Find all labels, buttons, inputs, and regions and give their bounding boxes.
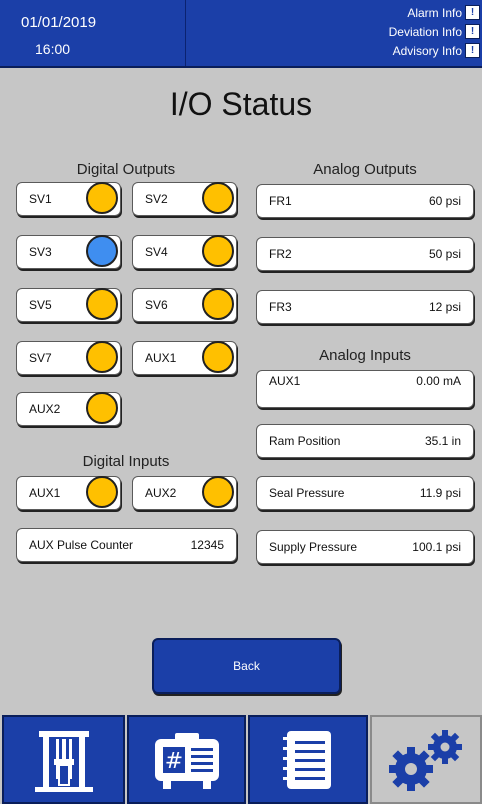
status-indicator-led	[86, 182, 118, 214]
tab-pump-view[interactable]	[2, 715, 125, 804]
digital-output-sv3: SV3	[16, 235, 121, 269]
deviation-info-link[interactable]: Deviation Info !	[389, 23, 480, 40]
alarm-info-link[interactable]: Alarm Info !	[407, 4, 480, 21]
digital-output-label: SV4	[145, 245, 168, 259]
digital-output-label: SV5	[29, 298, 52, 312]
digital-output-label: SV1	[29, 192, 52, 206]
digital-output-label: SV3	[29, 245, 52, 259]
analog-input-label: Supply Pressure	[269, 540, 358, 554]
svg-text:#: #	[164, 749, 182, 774]
status-indicator-led	[202, 288, 234, 320]
status-indicator-led	[202, 341, 234, 373]
digital-input-label: AUX1	[29, 486, 61, 500]
status-indicator-led	[202, 476, 234, 508]
advisory-bell-icon: !	[465, 43, 480, 58]
pulse-counter-label: AUX Pulse Counter	[29, 538, 134, 552]
tab-controller-view[interactable]: #	[127, 715, 246, 804]
bottom-navigation: #	[0, 715, 482, 804]
digital-input-label: AUX2	[145, 486, 177, 500]
digital-output-label: SV7	[29, 351, 52, 365]
analog-output-fr3: FR3 12 psi	[256, 290, 474, 324]
status-indicator-led	[86, 476, 118, 508]
analog-output-label: FR2	[269, 247, 292, 261]
analog-outputs-title: Analog Outputs	[313, 161, 417, 178]
analog-inputs-title: Analog Inputs	[319, 347, 411, 364]
analog-output-fr2: FR2 50 psi	[256, 237, 474, 271]
status-indicator-led	[86, 288, 118, 320]
log-icon	[283, 730, 331, 789]
digital-output-label: AUX2	[29, 402, 61, 416]
status-indicator-led	[202, 182, 234, 214]
alarm-info-label: Alarm Info	[407, 5, 462, 20]
analog-output-value: 12 psi	[428, 300, 461, 314]
analog-input-supply-pressure: Supply Pressure 100.1 psi	[256, 530, 474, 564]
analog-input-label: Ram Position	[269, 434, 341, 448]
status-header: 01/01/2019 16:00 Alarm Info ! Deviation …	[0, 0, 482, 68]
analog-output-label: FR1	[269, 194, 292, 208]
digital-output-label: SV6	[145, 298, 168, 312]
digital-input-aux2: AUX2	[132, 476, 237, 510]
tab-log-view[interactable]	[248, 715, 368, 804]
digital-output-label: AUX1	[145, 351, 177, 365]
status-indicator-led	[202, 235, 234, 267]
digital-inputs-title: Digital Inputs	[82, 453, 170, 470]
pulse-counter-value: 12345	[190, 538, 224, 552]
analog-output-value: 50 psi	[428, 247, 461, 261]
analog-input-value: 35.1 in	[424, 434, 461, 448]
digital-output-aux2: AUX2	[16, 392, 121, 426]
tab-settings[interactable]	[370, 715, 482, 804]
digital-input-aux1: AUX1	[16, 476, 121, 510]
analog-output-fr1: FR1 60 psi	[256, 184, 474, 218]
settings-gears-icon	[389, 729, 462, 791]
analog-input-aux1: AUX1 0.00 mA	[256, 370, 474, 408]
analog-output-label: FR3	[269, 300, 292, 314]
status-indicator-led	[86, 235, 118, 267]
page-title: I/O Status	[169, 86, 313, 122]
advisory-info-link[interactable]: Advisory Info !	[393, 42, 480, 59]
advisory-info-label: Advisory Info	[392, 43, 462, 58]
digital-output-sv1: SV1	[16, 182, 121, 216]
analog-output-value: 60 psi	[428, 194, 461, 208]
time-display: 16:00	[35, 41, 71, 57]
controller-icon: #	[154, 732, 219, 789]
analog-input-label: AUX1	[269, 374, 301, 388]
aux-pulse-counter: AUX Pulse Counter 12345	[16, 528, 237, 562]
digital-outputs-title: Digital Outputs	[76, 161, 176, 178]
digital-output-sv6: SV6	[132, 288, 237, 322]
digital-output-aux1: AUX1	[132, 341, 237, 375]
digital-output-sv7: SV7	[16, 341, 121, 375]
analog-input-ram-position: Ram Position 35.1 in	[256, 424, 474, 458]
digital-output-sv5: SV5	[16, 288, 121, 322]
digital-output-label: SV2	[145, 192, 168, 206]
digital-output-sv4: SV4	[132, 235, 237, 269]
date-display: 01/01/2019	[21, 14, 97, 31]
back-button[interactable]: Back	[152, 638, 341, 694]
analog-input-value: 11.9 psi	[419, 486, 461, 500]
status-indicator-led	[86, 392, 118, 424]
datetime-panel: 01/01/2019 16:00	[0, 0, 186, 66]
deviation-info-label: Deviation Info	[388, 24, 462, 39]
analog-input-value: 100.1 psi	[412, 540, 461, 554]
pump-icon	[34, 730, 93, 792]
analog-input-seal-pressure: Seal Pressure 11.9 psi	[256, 476, 474, 510]
analog-input-label: Seal Pressure	[269, 486, 345, 500]
deviation-bell-icon: !	[465, 24, 480, 39]
digital-output-sv2: SV2	[132, 182, 237, 216]
alarm-bell-icon: !	[465, 5, 480, 20]
status-indicator-led	[86, 341, 118, 373]
analog-input-value: 0.00 mA	[416, 374, 461, 388]
